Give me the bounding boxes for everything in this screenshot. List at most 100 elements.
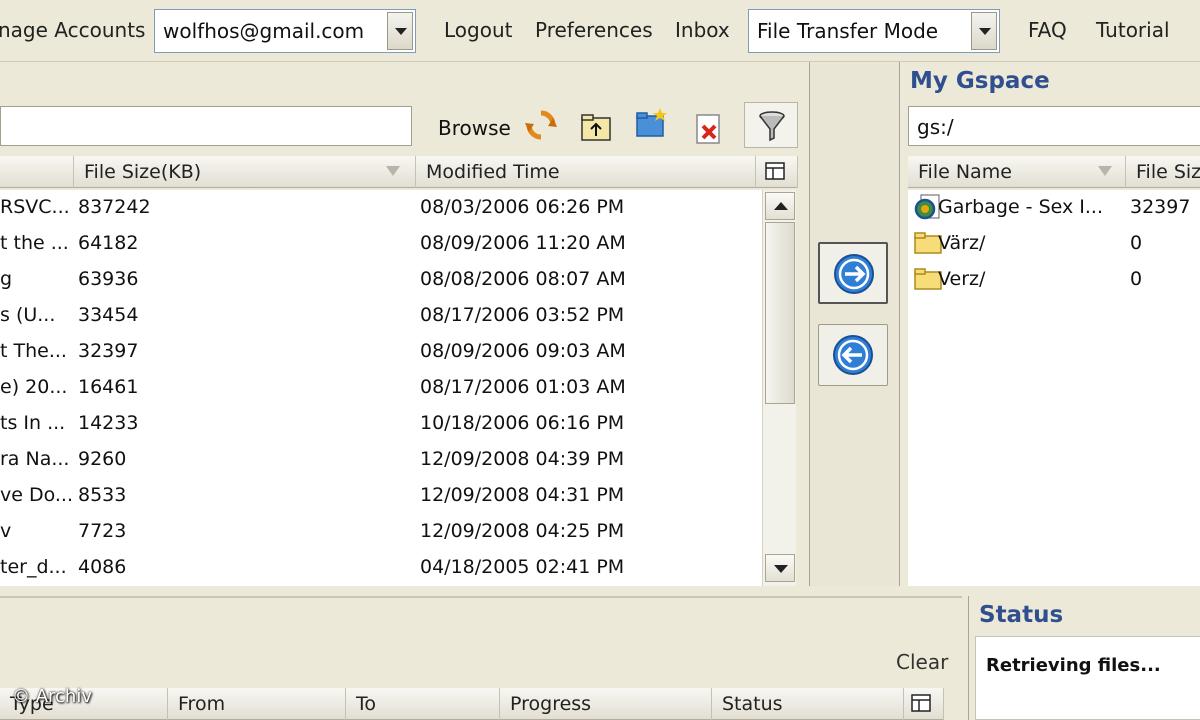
- scroll-down-button[interactable]: [765, 554, 795, 582]
- column-header-modified-label: Modified Time: [426, 161, 560, 183]
- table-row[interactable]: s (U... 33454 08/17/2006 03:52 PM: [0, 298, 762, 334]
- column-header-modified[interactable]: Modified Time: [416, 156, 756, 188]
- table-row[interactable]: RSVC... 837242 08/03/2006 06:26 PM: [0, 190, 762, 226]
- gspace-list-header: File Name File Siz: [908, 156, 1200, 188]
- modified-time-cell: 10/18/2006 06:16 PM: [420, 412, 625, 434]
- file-size-cell: 0: [1130, 268, 1143, 290]
- file-name-cell: e) 20...: [0, 376, 68, 398]
- gspace-path-input[interactable]: gs:/: [908, 106, 1200, 146]
- status-panel: Status Retrieving files...: [968, 596, 1200, 720]
- column-chooser-icon: [911, 694, 931, 712]
- new-folder-icon[interactable]: [634, 106, 668, 140]
- chevron-down-icon[interactable]: [387, 12, 413, 50]
- file-name-cell: ter_d...: [0, 556, 67, 578]
- column-header-name[interactable]: [0, 156, 74, 188]
- tutorial-link[interactable]: Tutorial: [1096, 18, 1170, 42]
- status-box: Retrieving files...: [975, 636, 1200, 720]
- local-files-pane: Browse File Size(KB) Modified Time RSVC.…: [0, 62, 810, 586]
- column-header-filesize-label: File Siz: [1136, 161, 1200, 183]
- scroll-up-button[interactable]: [765, 192, 795, 220]
- table-row[interactable]: t The... 32397 08/09/2006 09:03 AM: [0, 334, 762, 370]
- file-size-cell: 63936: [78, 268, 139, 290]
- list-item[interactable]: Verz/0: [908, 262, 1200, 298]
- faq-link[interactable]: FAQ: [1028, 18, 1067, 42]
- table-row[interactable]: v 7723 12/09/2008 04:25 PM: [0, 514, 762, 550]
- manage-accounts-link[interactable]: nage Accounts: [0, 18, 145, 42]
- file-name-cell: g: [0, 268, 13, 290]
- queue-header: Type From To Progress Status: [0, 688, 944, 720]
- column-chooser-button[interactable]: [756, 156, 798, 188]
- account-select[interactable]: wolfhos@gmail.com: [154, 9, 416, 53]
- column-header-to[interactable]: To: [346, 688, 500, 720]
- file-size-cell: 16461: [78, 376, 139, 398]
- file-name-cell: RSVC...: [0, 196, 70, 218]
- sort-arrow-icon: [386, 166, 400, 176]
- file-size-cell: 33454: [78, 304, 139, 326]
- file-size-cell: 9260: [78, 448, 127, 470]
- file-size-cell: 32397: [1130, 196, 1191, 218]
- column-chooser-button[interactable]: [904, 688, 944, 720]
- file-size-cell: 14233: [78, 412, 139, 434]
- browse-button[interactable]: Browse: [438, 116, 511, 140]
- file-size-cell: 32397: [78, 340, 139, 362]
- up-folder-icon[interactable]: [579, 110, 613, 144]
- modified-time-cell: 08/17/2006 03:52 PM: [420, 304, 625, 326]
- refresh-icon[interactable]: [524, 108, 558, 142]
- top-toolbar: nage Accounts wolfhos@gmail.com Logout P…: [0, 0, 1200, 62]
- file-size-cell: 0: [1130, 232, 1143, 254]
- file-name-cell: ve Do...: [0, 484, 74, 506]
- table-row[interactable]: g 63936 08/08/2006 08:07 AM: [0, 262, 762, 298]
- mode-select-value: File Transfer Mode: [757, 19, 939, 43]
- column-header-from[interactable]: From: [168, 688, 346, 720]
- file-size-cell: 8533: [78, 484, 127, 506]
- transfer-queue: Clear Type From To Progress Status: [0, 596, 962, 720]
- table-row[interactable]: ra Na... 9260 12/09/2008 04:39 PM: [0, 442, 762, 478]
- file-name-cell: ts In ...: [0, 412, 66, 434]
- gspace-path-value: gs:/: [917, 115, 954, 139]
- modified-time-cell: 12/09/2008 04:31 PM: [420, 484, 625, 506]
- table-row[interactable]: ter_d... 4086 04/18/2005 02:41 PM: [0, 550, 762, 586]
- file-name-cell: ra Na...: [0, 448, 70, 470]
- column-header-size[interactable]: File Size(KB): [74, 156, 416, 188]
- local-list-scrollbar[interactable]: [762, 190, 796, 586]
- download-button[interactable]: [818, 324, 888, 386]
- column-header-status-label: Status: [722, 693, 783, 715]
- local-path-input[interactable]: [0, 106, 412, 146]
- watermark: © Archiv: [12, 686, 92, 707]
- file-name-cell: t The...: [0, 340, 67, 362]
- preferences-link[interactable]: Preferences: [535, 18, 653, 42]
- column-header-filename[interactable]: File Name: [908, 156, 1126, 188]
- column-header-progress[interactable]: Progress: [500, 688, 712, 720]
- table-row[interactable]: t the ... 64182 08/09/2006 11:20 AM: [0, 226, 762, 262]
- file-name-cell: s (U...: [0, 304, 56, 326]
- logout-link[interactable]: Logout: [444, 18, 512, 42]
- table-row[interactable]: e) 20... 16461 08/17/2006 01:03 AM: [0, 370, 762, 406]
- filter-button[interactable]: [744, 102, 798, 148]
- column-header-status[interactable]: Status: [712, 688, 904, 720]
- file-name-cell: Verz/: [938, 268, 986, 290]
- modified-time-cell: 12/09/2008 04:39 PM: [420, 448, 625, 470]
- clear-button[interactable]: Clear: [896, 650, 948, 674]
- upload-button[interactable]: [818, 242, 888, 304]
- modified-time-cell: 08/08/2006 08:07 AM: [420, 268, 626, 290]
- inbox-link[interactable]: Inbox: [675, 18, 730, 42]
- table-row[interactable]: ts In ... 14233 10/18/2006 06:16 PM: [0, 406, 762, 442]
- file-name-cell: v: [0, 520, 12, 542]
- modified-time-cell: 12/09/2008 04:25 PM: [420, 520, 625, 542]
- chevron-down-icon[interactable]: [971, 12, 997, 50]
- scroll-thumb[interactable]: [765, 222, 795, 404]
- list-item[interactable]: Garbage - Sex I... 32397: [908, 190, 1200, 226]
- modified-time-cell: 08/09/2006 09:03 AM: [420, 340, 626, 362]
- file-size-cell: 837242: [78, 196, 151, 218]
- status-message: Retrieving files...: [986, 655, 1161, 676]
- mode-select[interactable]: File Transfer Mode: [748, 9, 1000, 53]
- sort-arrow-icon: [1098, 166, 1112, 176]
- arrow-left-icon: [833, 335, 873, 375]
- modified-time-cell: 08/09/2006 11:20 AM: [420, 232, 626, 254]
- gspace-pane: My Gspace gs:/ File Name File Siz Garbag…: [900, 62, 1200, 586]
- column-header-to-label: To: [356, 693, 377, 715]
- column-header-filesize[interactable]: File Siz: [1126, 156, 1200, 188]
- delete-icon[interactable]: [692, 112, 726, 146]
- table-row[interactable]: ve Do... 8533 12/09/2008 04:31 PM: [0, 478, 762, 514]
- list-item[interactable]: Värz/0: [908, 226, 1200, 262]
